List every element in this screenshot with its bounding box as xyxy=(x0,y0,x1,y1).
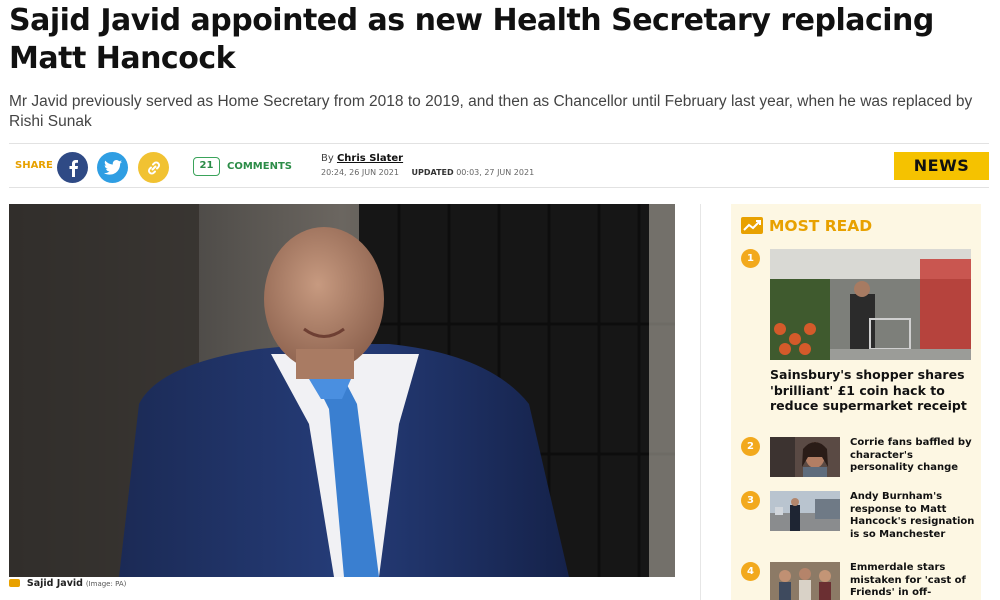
updated-label: UPDATED xyxy=(411,168,454,177)
byline-prefix: By xyxy=(321,153,334,164)
caption-text: Sajid Javid xyxy=(26,578,83,589)
most-read-item-title[interactable]: Corrie fans baffled by character's perso… xyxy=(850,437,975,475)
updated-date: 00:03, 27 JUN 2021 xyxy=(456,168,535,177)
facebook-icon xyxy=(69,159,78,177)
byline: By Chris Slater xyxy=(321,153,403,164)
most-read-item-title[interactable]: Emmerdale stars mistaken for 'cast of Fr… xyxy=(850,562,975,600)
article-meta-bar: SHARE 21 COMMENTS By Chris Slater 20:24,… xyxy=(9,143,989,188)
twitter-icon xyxy=(103,160,122,175)
facebook-share-button[interactable] xyxy=(57,152,88,183)
most-read-thumbnail[interactable] xyxy=(770,249,971,360)
most-read-thumbnail[interactable] xyxy=(770,437,840,477)
rank-badge: 2 xyxy=(741,437,760,456)
most-read-item-title[interactable]: Andy Burnham's response to Matt Hancock'… xyxy=(850,491,975,542)
author-link[interactable]: Chris Slater xyxy=(337,153,403,164)
column-divider xyxy=(700,204,701,600)
rank-badge: 4 xyxy=(741,562,760,581)
copy-link-button[interactable] xyxy=(138,152,169,183)
most-read-panel: MOST READ 1 Sainsbury's shopper shares '… xyxy=(731,204,981,600)
comment-count-badge[interactable]: 21 xyxy=(193,157,220,176)
comments-link[interactable]: COMMENTS xyxy=(227,161,292,172)
rank-badge: 1 xyxy=(741,249,760,268)
image-caption: Sajid Javid (Image: PA) xyxy=(9,578,126,589)
article-dates: 20:24, 26 JUN 2021 UPDATED 00:03, 27 JUN… xyxy=(321,168,534,177)
section-badge[interactable]: NEWS xyxy=(894,152,989,180)
twitter-share-button[interactable] xyxy=(97,152,128,183)
link-icon xyxy=(147,160,160,175)
trending-icon xyxy=(741,217,763,234)
rank-badge: 3 xyxy=(741,491,760,510)
published-date: 20:24, 26 JUN 2021 xyxy=(321,168,399,177)
most-read-item-title[interactable]: Sainsbury's shopper shares 'brilliant' £… xyxy=(770,367,975,414)
article-standfirst: Mr Javid previously served as Home Secre… xyxy=(9,93,973,130)
caption-credit: (Image: PA) xyxy=(85,580,127,588)
article-hero-image xyxy=(9,204,675,577)
article-headline: Sajid Javid appointed as new Health Secr… xyxy=(9,3,934,76)
camera-icon xyxy=(9,579,20,587)
most-read-thumbnail[interactable] xyxy=(770,562,840,600)
most-read-thumbnail[interactable] xyxy=(770,491,840,531)
most-read-heading: MOST READ xyxy=(741,217,872,235)
most-read-title: MOST READ xyxy=(769,217,873,235)
share-label: SHARE xyxy=(15,160,53,171)
